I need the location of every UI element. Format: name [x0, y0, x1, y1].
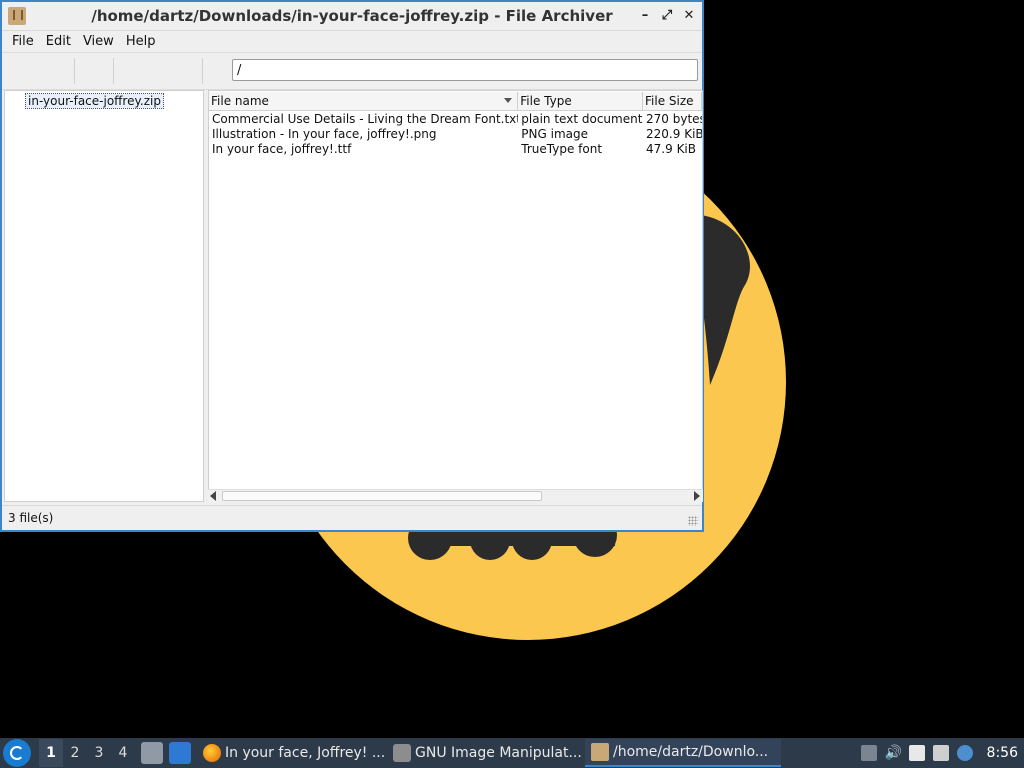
start-menu-button[interactable] — [3, 739, 31, 767]
scroll-left-icon[interactable] — [210, 491, 216, 501]
network-icon[interactable] — [932, 745, 949, 761]
menu-bar: File Edit View Help — [2, 31, 702, 52]
show-desktop-icon[interactable] — [169, 742, 191, 764]
workspace-2[interactable]: 2 — [63, 745, 87, 761]
scroll-right-icon[interactable] — [694, 491, 700, 501]
task-gimp[interactable]: GNU Image Manipulat... — [387, 739, 585, 767]
clipboard-icon[interactable] — [908, 745, 925, 761]
task-file-archiver[interactable]: /home/dartz/Downlo... — [585, 739, 781, 767]
tray-expand-icon[interactable] — [860, 745, 877, 761]
file-name-cell: Illustration - In your face, joffrey!.pn… — [212, 127, 437, 141]
resize-grip-icon[interactable] — [688, 516, 698, 526]
window-title: /home/dartz/Downloads/in-your-face-joffr… — [91, 7, 613, 25]
title-bar[interactable]: /home/dartz/Downloads/in-your-face-joffr… — [2, 2, 702, 31]
table-row[interactable]: Commercial Use Details - Living the Drea… — [209, 112, 702, 127]
gimp-icon — [393, 744, 411, 762]
menu-help[interactable]: Help — [120, 34, 162, 49]
path-input[interactable] — [232, 59, 698, 81]
scrollbar-thumb[interactable] — [222, 491, 542, 501]
toolbar-separator — [202, 58, 203, 84]
task-label: GNU Image Manipulat... — [415, 745, 582, 761]
notification-icon[interactable] — [956, 745, 973, 761]
file-manager-icon[interactable] — [141, 742, 163, 764]
column-header-file-type[interactable]: File Type — [518, 92, 644, 111]
status-bar: 3 file(s) — [2, 505, 702, 530]
file-size-cell: 47.9 KiB — [646, 142, 696, 156]
workspace-4[interactable]: 4 — [111, 745, 135, 761]
tree-item-archive-root[interactable]: in-your-face-joffrey.zip — [25, 93, 164, 109]
volume-icon[interactable]: 🔊 — [885, 745, 902, 761]
file-type-cell: PNG image — [521, 127, 588, 141]
archive-icon — [591, 743, 609, 761]
toolbar-button-group-2[interactable] — [75, 58, 113, 84]
task-label: /home/dartz/Downlo... — [613, 744, 769, 760]
system-tray: 🔊 8:56 — [860, 745, 1024, 761]
column-header-file-name[interactable]: File name — [209, 92, 519, 111]
horizontal-scrollbar[interactable] — [208, 489, 703, 502]
menu-edit[interactable]: Edit — [40, 34, 77, 49]
file-name-cell: In your face, joffrey!.ttf — [212, 142, 352, 156]
task-firefox[interactable]: In your face, Joffrey! ... — [197, 739, 387, 767]
toolbar-button-group-1[interactable] — [6, 58, 74, 84]
menu-view[interactable]: View — [77, 34, 120, 49]
clock[interactable]: 8:56 — [987, 745, 1018, 761]
workspace-3[interactable]: 3 — [87, 745, 111, 761]
file-archiver-window: /home/dartz/Downloads/in-your-face-joffr… — [0, 0, 704, 532]
minimize-icon[interactable]: – — [636, 6, 654, 24]
workspace-1[interactable]: 1 — [39, 739, 63, 767]
list-header: File name File Type File Size — [209, 92, 702, 111]
table-row[interactable]: In your face, joffrey!.ttf TrueType font… — [209, 142, 702, 157]
folder-tree: in-your-face-joffrey.zip — [4, 90, 204, 502]
file-type-cell: TrueType font — [521, 142, 603, 156]
file-list: File name File Type File Size Commercial… — [208, 90, 703, 502]
column-header-file-size[interactable]: File Size — [643, 92, 702, 111]
status-text: 3 file(s) — [8, 511, 54, 525]
sort-down-icon — [504, 98, 513, 103]
file-name-cell: Commercial Use Details - Living the Drea… — [212, 112, 519, 126]
toolbar-button-group-3[interactable] — [114, 58, 202, 84]
taskbar: 1 2 3 4 In your face, Joffrey! ... GNU I… — [0, 738, 1024, 768]
file-size-cell: 220.9 KiB — [646, 127, 702, 141]
file-type-cell: plain text document — [521, 112, 643, 126]
maximize-icon[interactable]: ⤢ — [658, 6, 676, 24]
close-icon[interactable]: ✕ — [680, 6, 698, 24]
task-label: In your face, Joffrey! ... — [225, 745, 386, 761]
table-row[interactable]: Illustration - In your face, joffrey!.pn… — [209, 127, 702, 142]
menu-file[interactable]: File — [6, 34, 40, 49]
file-size-cell: 270 bytes — [646, 112, 702, 126]
window-controls: – ⤢ ✕ — [636, 6, 698, 24]
firefox-icon — [203, 744, 221, 762]
